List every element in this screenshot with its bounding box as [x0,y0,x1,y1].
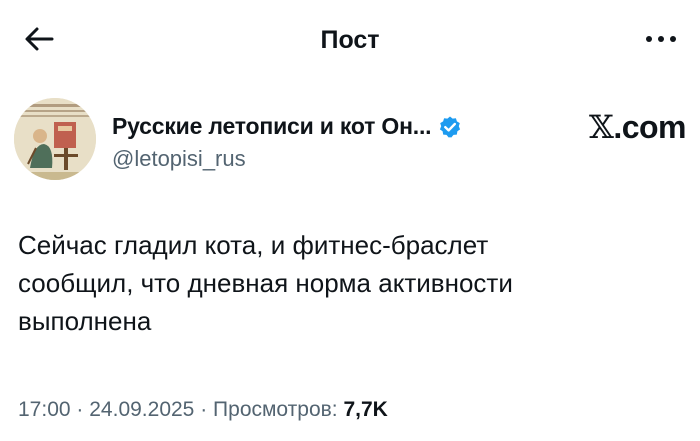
views-label: Просмотров: [213,398,338,421]
meta-separator: · [76,398,84,421]
top-bar: Пост [0,0,700,80]
author-handle[interactable]: @letopisi_rus [112,146,246,172]
post-meta: 17:00 · 24.09.2025 · Просмотров: 7,7K [18,398,388,422]
avatar[interactable] [14,98,96,180]
post-text-line: сообщил, что дневная норма активности [18,268,513,298]
page-title: Пост [320,26,380,54]
verified-badge-icon [440,116,461,137]
post-time[interactable]: 17:00 [18,398,71,421]
views-count: 7,7K [343,398,388,421]
post-date[interactable]: 24.09.2025 [89,398,194,421]
post-text-line: выполнена [18,306,152,336]
watermark-domain: .com [613,109,686,145]
more-options-icon[interactable] [642,24,680,54]
manuscript-miniature-image [14,98,96,180]
x-logo-icon: 𝕏 [588,108,614,146]
post-text: Сейчас гладил кота, и фитнес-браслет соо… [18,226,678,340]
post-text-line: Сейчас гладил кота, и фитнес-браслет [18,230,489,260]
author-name-row: Русские летописи и кот Он... [112,113,462,140]
author-name[interactable]: Русские летописи и кот Он... [112,113,432,140]
meta-separator: · [200,398,208,421]
x-com-watermark: 𝕏.com [588,108,687,146]
post-author: Русские летописи и кот Он... @letopisi_r… [14,98,686,188]
